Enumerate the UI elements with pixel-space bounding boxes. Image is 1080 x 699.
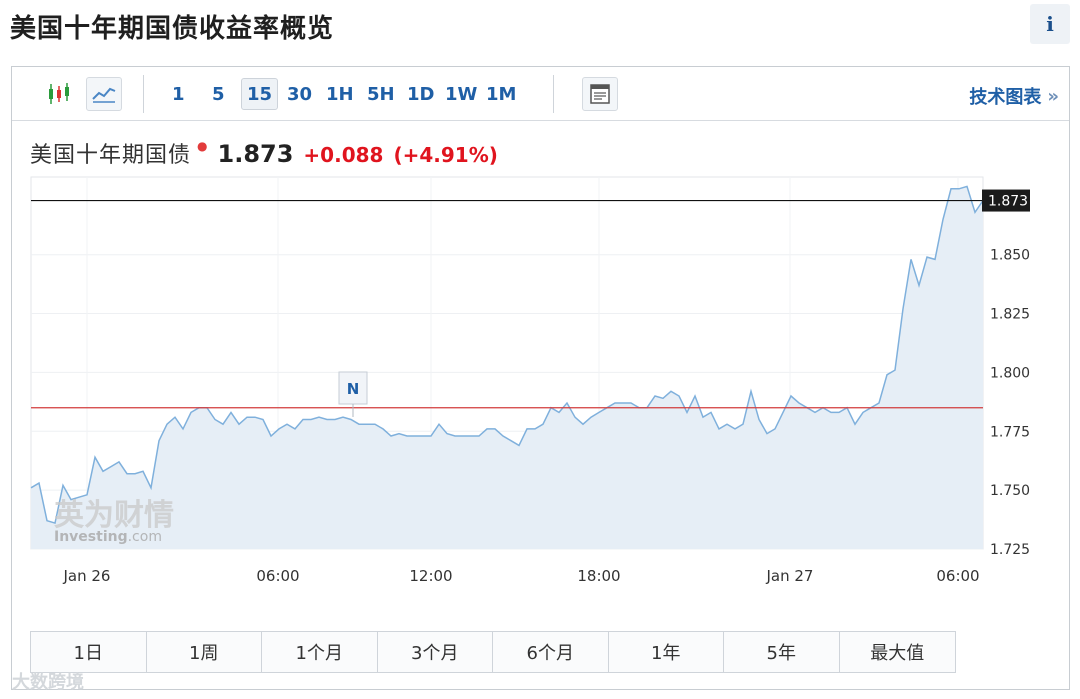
y-tick-label: 1.725	[990, 542, 1030, 558]
footer-watermark: 大数跨境	[12, 672, 84, 693]
y-tick-label: 1.800	[990, 365, 1030, 381]
watermark-logo: 英为财情 Investing.com	[54, 498, 174, 545]
x-tick-label: 06:00	[936, 567, 979, 585]
x-tick-label: 12:00	[409, 567, 452, 585]
range-1y[interactable]: 1年	[608, 632, 724, 672]
x-tick-label: Jan 26	[63, 567, 111, 585]
news-marker-label: N	[347, 380, 360, 398]
x-tick-label: 06:00	[256, 567, 299, 585]
time-range-selector: 1日 1周 1个月 3个月 6个月 1年 5年 最大值	[30, 631, 956, 673]
yield-chart[interactable]: 英为财情 Investing.com 1.873 N 1.725 1.750 1.7…	[12, 67, 1071, 627]
range-1w[interactable]: 1周	[146, 632, 262, 672]
watermark-en: Investing.com	[54, 529, 162, 545]
watermark-cn: 英为财情	[54, 498, 174, 533]
range-3m[interactable]: 3个月	[377, 632, 493, 672]
y-tick-label: 1.750	[990, 483, 1030, 499]
range-max[interactable]: 最大值	[839, 632, 955, 672]
page-title: 美国十年期国债收益率概览	[10, 14, 335, 44]
range-5y[interactable]: 5年	[724, 632, 840, 672]
x-tick-label: Jan 27	[766, 567, 814, 585]
y-tick-label: 1.825	[990, 307, 1030, 323]
chart-widget: 1 5 15 30 1H 5H 1D 1W 1M 技术图表 » 美国十年期国债 …	[11, 66, 1070, 690]
x-tick-label: 18:00	[577, 567, 620, 585]
svg-text:1.873: 1.873	[988, 194, 1028, 210]
y-tick-label: 1.850	[990, 248, 1030, 264]
last-price-label: 1.873	[982, 189, 1030, 212]
y-tick-label: 1.775	[990, 424, 1030, 440]
range-1d[interactable]: 1日	[31, 632, 147, 672]
info-button[interactable]: i	[1030, 4, 1070, 44]
range-6m[interactable]: 6个月	[493, 632, 609, 672]
range-1m[interactable]: 1个月	[262, 632, 378, 672]
